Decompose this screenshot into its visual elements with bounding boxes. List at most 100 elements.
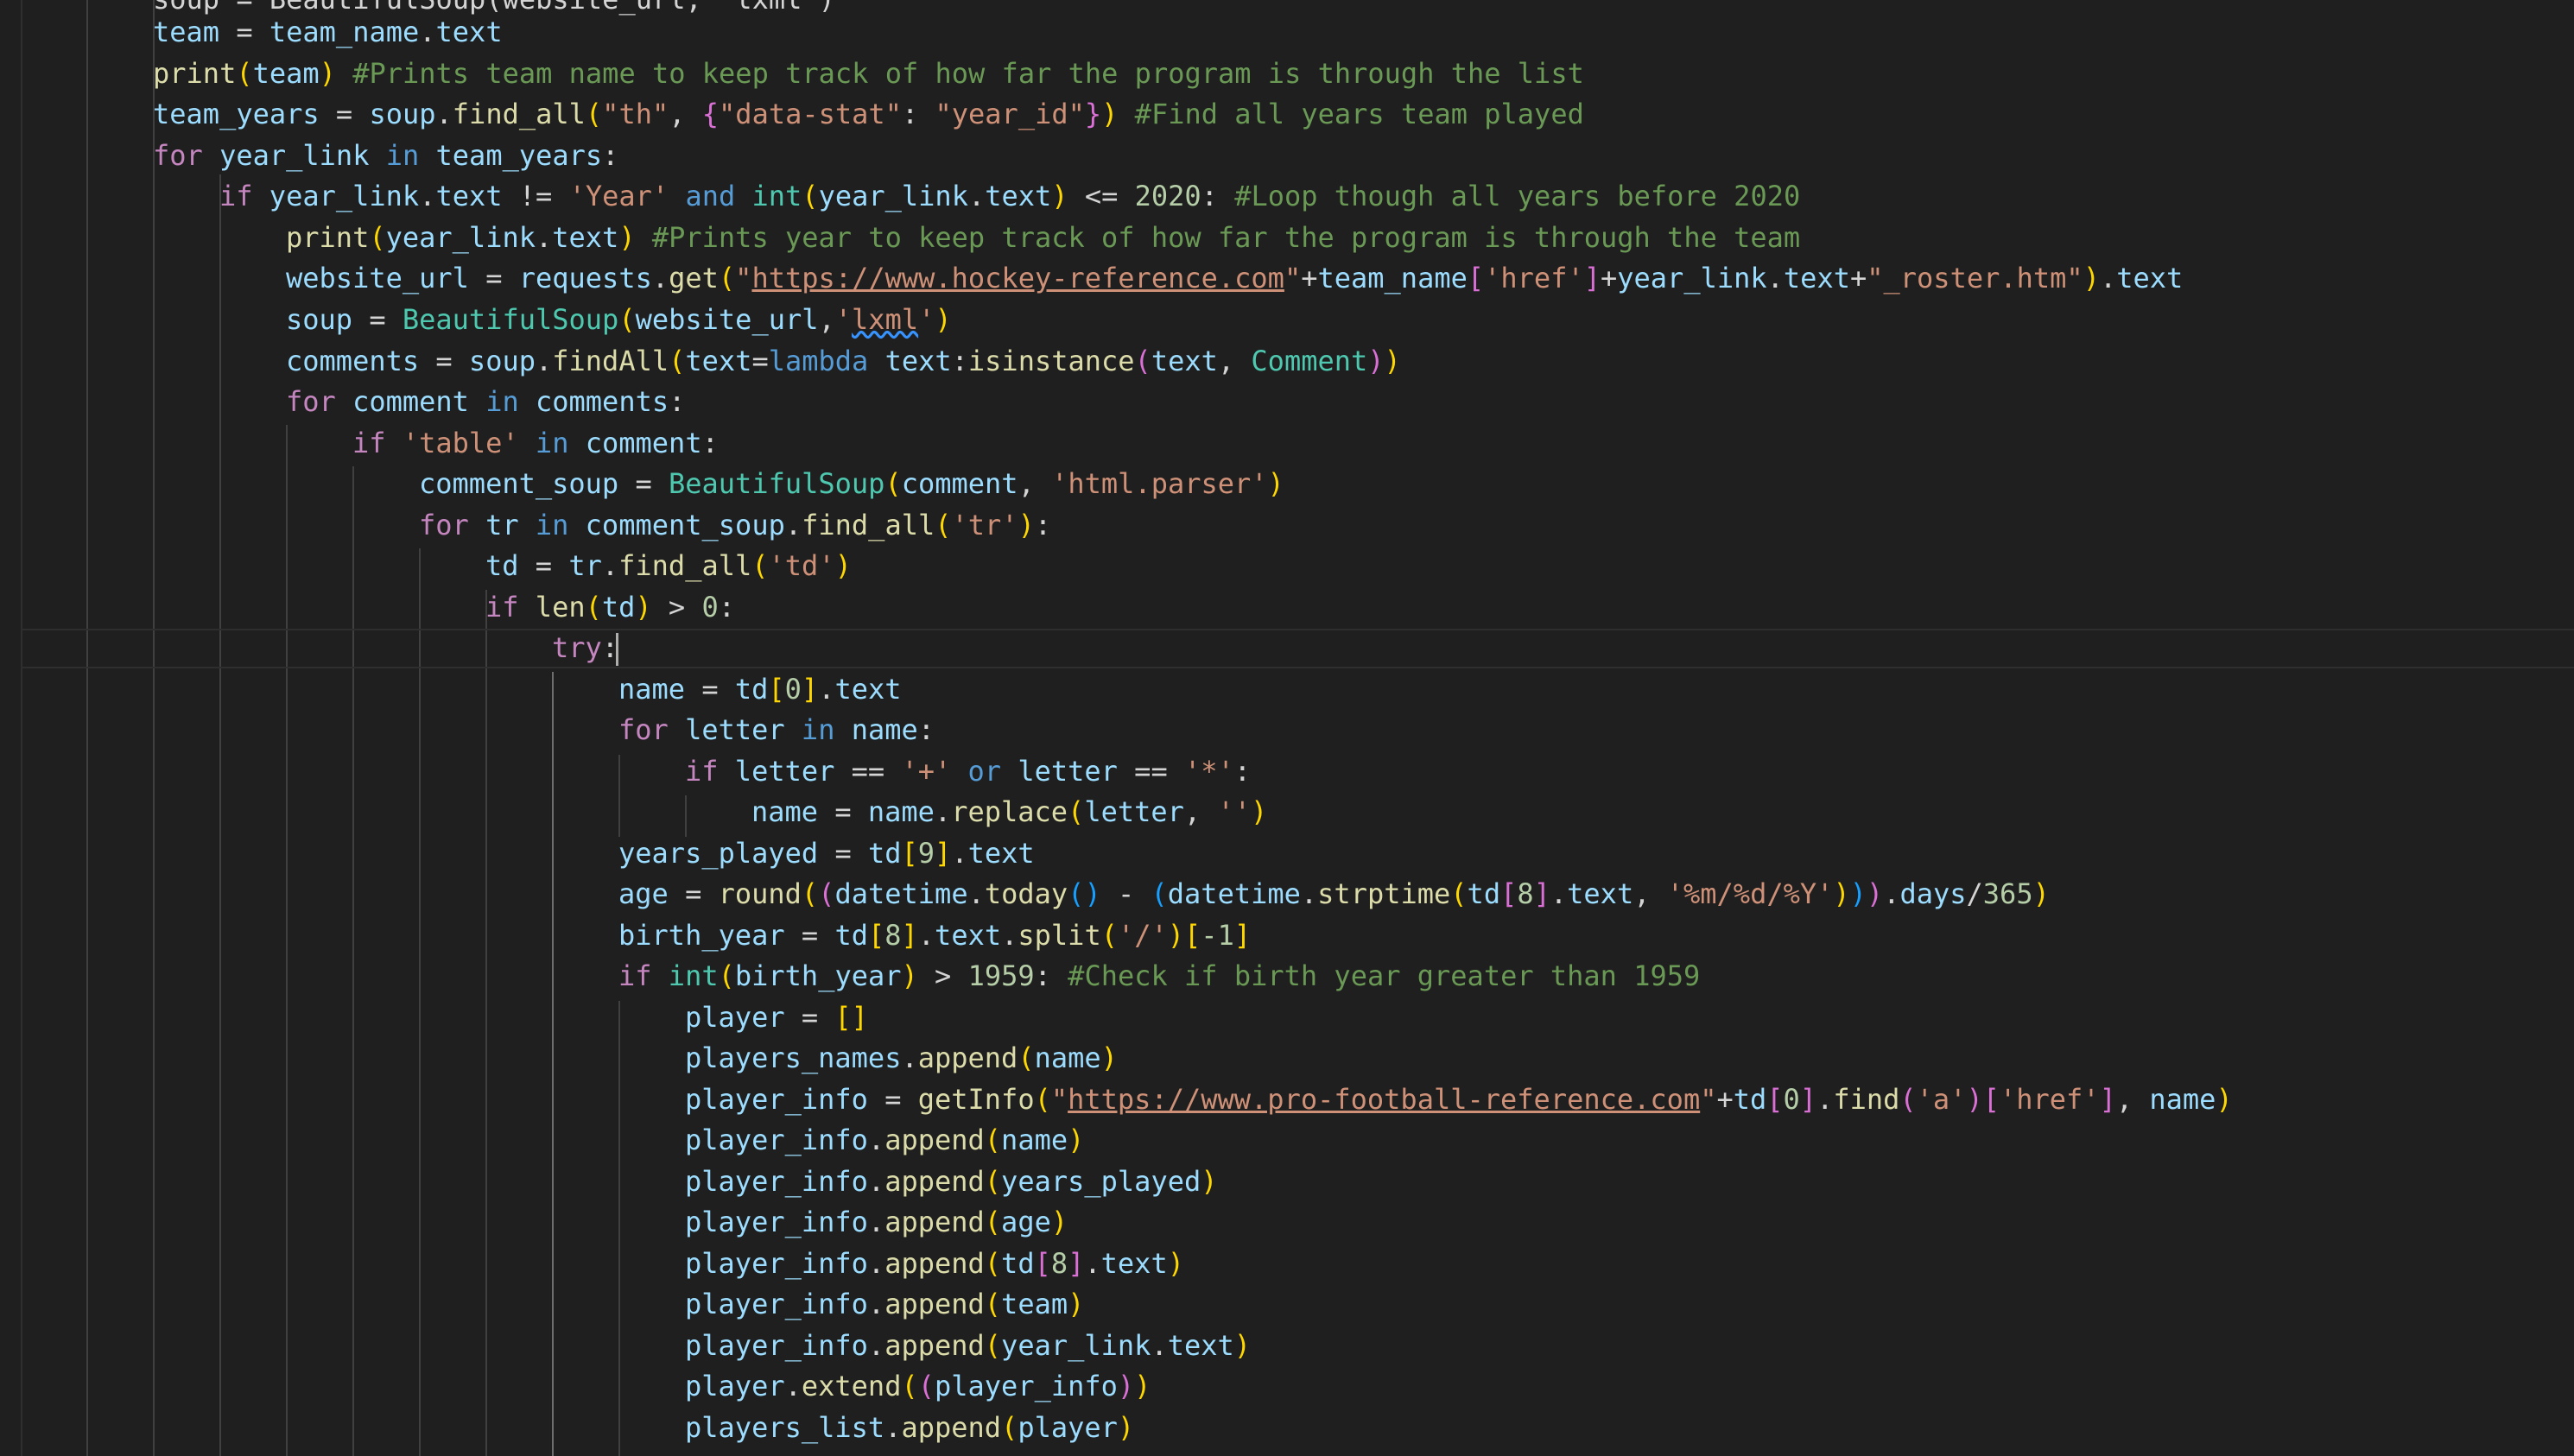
code-token: today bbox=[984, 877, 1068, 910]
code-token: ( bbox=[1034, 1083, 1051, 1116]
code-token: . bbox=[867, 1206, 885, 1238]
indent-guide bbox=[352, 466, 354, 1456]
code-token: . bbox=[1151, 1329, 1168, 1362]
code-token: ) bbox=[1833, 877, 1850, 910]
code-token: . bbox=[917, 919, 935, 952]
code-token: [ bbox=[768, 673, 785, 706]
code-token: append bbox=[917, 1041, 1018, 1074]
code-token: text bbox=[1783, 262, 1850, 294]
code-token: player_info bbox=[934, 1370, 1118, 1402]
code-token: = bbox=[468, 262, 519, 294]
code-token: 0 bbox=[784, 673, 802, 706]
code-token: ( bbox=[984, 1288, 1002, 1320]
code-token: comment bbox=[585, 427, 702, 459]
code-token: ' bbox=[834, 303, 853, 336]
code-token: name bbox=[1001, 1124, 1068, 1156]
code-token: name bbox=[751, 795, 819, 828]
code-token: team bbox=[153, 16, 220, 48]
code-token: [ bbox=[1184, 919, 1201, 952]
code-token: age bbox=[618, 877, 669, 910]
code-token: text bbox=[834, 673, 902, 706]
code-token: text bbox=[552, 221, 619, 254]
code-token: . bbox=[934, 795, 952, 828]
code-token: ( bbox=[585, 591, 602, 624]
code-token: td bbox=[834, 919, 868, 952]
line-13: for tr in comment_soup.find_all('tr'): bbox=[419, 505, 1051, 547]
code-token: ) bbox=[1849, 877, 1867, 910]
code-token: strptime bbox=[1317, 877, 1451, 910]
code-token: = bbox=[751, 345, 769, 377]
code-token: or bbox=[967, 755, 1002, 788]
code-token: : bbox=[951, 345, 968, 377]
code-token: 'td' bbox=[768, 549, 835, 582]
code-token: = bbox=[867, 1083, 918, 1116]
code-token: [ bbox=[1500, 877, 1518, 910]
code-token: ) bbox=[319, 57, 336, 90]
code-token: ( bbox=[718, 262, 736, 294]
code-token: ( bbox=[1100, 919, 1118, 952]
code-token: td bbox=[1467, 877, 1501, 910]
code-token: print bbox=[153, 57, 237, 90]
code-token: years_played bbox=[618, 837, 819, 870]
line-33: player_info.append(year_link.text) bbox=[685, 1326, 1251, 1367]
code-token: getInfo bbox=[917, 1083, 1035, 1116]
code-token: [ bbox=[1766, 1083, 1784, 1116]
code-token: player_info bbox=[685, 1165, 868, 1198]
code-token: , bbox=[1018, 467, 1052, 500]
code-token: "th" bbox=[602, 98, 669, 130]
indent-guide bbox=[153, 0, 155, 1456]
code-token: ( bbox=[1068, 795, 1085, 828]
code-token: . bbox=[1766, 262, 1784, 294]
line-16: try: bbox=[552, 628, 618, 669]
code-token: text bbox=[967, 837, 1035, 870]
code-token: 'Year' bbox=[568, 180, 669, 212]
code-token: find_all bbox=[452, 98, 586, 130]
code-token: 2020 bbox=[1134, 180, 1201, 212]
code-token: round bbox=[718, 877, 802, 910]
code-token: : bbox=[718, 591, 735, 624]
code-token: letter bbox=[685, 713, 785, 746]
code-token: letter bbox=[734, 755, 835, 788]
code-token: https://www.hockey-reference.com bbox=[751, 262, 1284, 294]
code-token: ' bbox=[918, 303, 935, 336]
code-token: lambda bbox=[768, 345, 869, 377]
code-token: birth_year bbox=[618, 919, 785, 952]
code-token: = bbox=[352, 303, 403, 336]
code-token: != bbox=[502, 180, 569, 212]
code-token: text bbox=[1151, 345, 1218, 377]
line-1: team = team_name.text bbox=[153, 12, 503, 54]
code-editor[interactable]: soup = BeautifulSoup(website_url, 'lxml'… bbox=[0, 0, 2574, 1456]
code-token: = bbox=[319, 98, 370, 130]
code-token: ) bbox=[1367, 345, 1385, 377]
code-token: find_all bbox=[802, 509, 935, 541]
code-token: for bbox=[618, 713, 669, 746]
code-token: #Find all years team played bbox=[1118, 98, 1584, 130]
code-token: ( bbox=[801, 877, 819, 910]
code-token: ] bbox=[901, 919, 918, 952]
code-token: ] bbox=[1533, 877, 1550, 910]
code-token: text bbox=[435, 16, 503, 48]
code-token: ) bbox=[1050, 1206, 1068, 1238]
code-token: : bbox=[602, 139, 619, 172]
code-token: in bbox=[801, 713, 835, 746]
code-token: find_all bbox=[618, 549, 752, 582]
code-token: . bbox=[867, 1288, 885, 1320]
code-token: [ bbox=[1982, 1083, 2000, 1116]
code-token: ) bbox=[2216, 1083, 2233, 1116]
code-token: ) bbox=[834, 549, 852, 582]
code-token: : bbox=[1233, 755, 1252, 788]
code-token: ] bbox=[2099, 1083, 2116, 1116]
code-token: 9 bbox=[917, 837, 935, 870]
code-token: days bbox=[1899, 877, 1967, 910]
code-token: -1 bbox=[1201, 919, 1234, 952]
code-token: : bbox=[1034, 509, 1052, 541]
code-token: if bbox=[618, 959, 652, 992]
code-token: . bbox=[867, 1165, 885, 1198]
line-30: player_info.append(age) bbox=[685, 1202, 1068, 1244]
